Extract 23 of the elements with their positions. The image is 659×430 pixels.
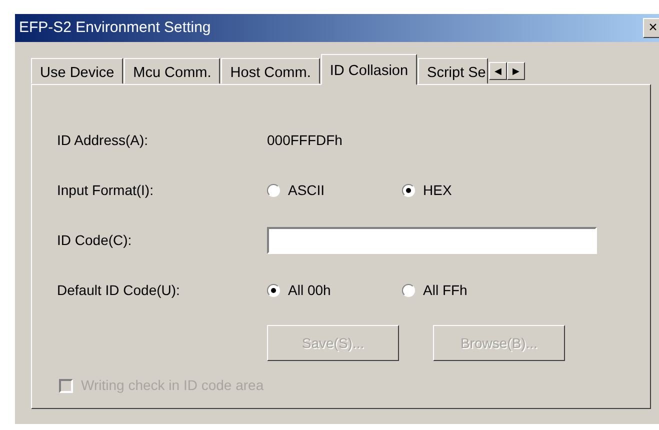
tab-scroll-button[interactable]: ◀ (489, 62, 508, 80)
tab[interactable]: Mcu Comm. (124, 58, 220, 84)
field-label: ID Address(A): (57, 130, 150, 150)
tab[interactable]: Script Se (418, 58, 488, 84)
tab[interactable]: Host Comm. (221, 58, 320, 84)
tab[interactable]: Use Device (31, 58, 124, 84)
field-label: Input Format(I): (57, 180, 154, 200)
radio-button[interactable] (402, 184, 415, 196)
field-label: Default ID Code(U): (57, 280, 181, 300)
address-value: 000FFFDFh (267, 130, 344, 150)
radio-button[interactable] (402, 284, 415, 296)
radio-label[interactable]: All FFh (423, 280, 468, 300)
radio-label[interactable]: HEX (423, 180, 452, 200)
tab-scroll-button[interactable]: ▶ (507, 62, 526, 80)
close-button[interactable]: × (643, 18, 659, 38)
radio-label[interactable]: All 00h (288, 280, 331, 300)
radio-button[interactable] (267, 284, 280, 296)
radio-label[interactable]: ASCII (288, 180, 325, 200)
field-label: ID Code(C): (57, 230, 133, 250)
radio-button[interactable] (267, 184, 280, 196)
id-code-field[interactable] (267, 226, 597, 254)
tab[interactable]: ID Collasion (320, 54, 418, 85)
window-title: EFP-S2 Environment Setting (19, 18, 211, 38)
